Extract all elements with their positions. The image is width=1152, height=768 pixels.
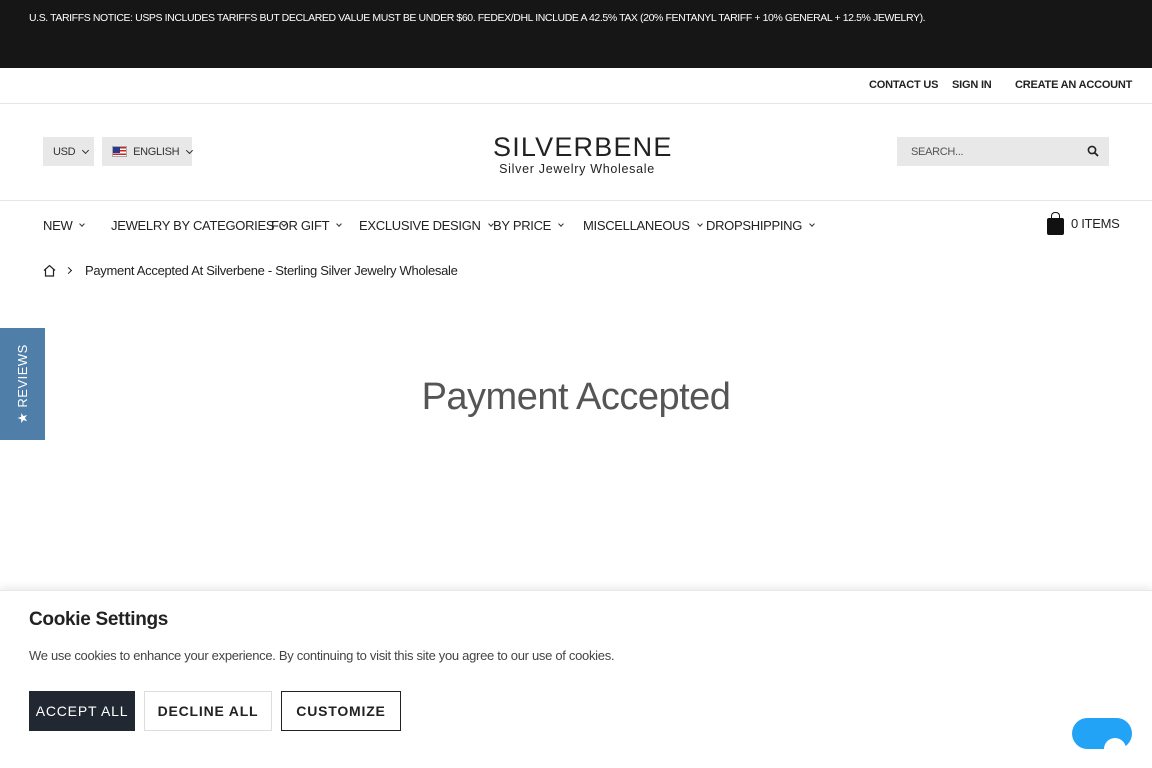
cart-count: 0 ITEMS: [1071, 216, 1120, 231]
logo-wordmark: SILVERBENE: [493, 132, 673, 162]
chevron-down-icon: [558, 221, 564, 227]
nav-item-label: JEWELRY BY CATEGORIES: [111, 218, 275, 233]
nav-item-jewelry-by-categories[interactable]: JEWELRY BY CATEGORIES: [111, 218, 288, 233]
cookie-settings-panel: Cookie Settings We use cookies to enhanc…: [0, 590, 1152, 768]
create-account-link[interactable]: CREATE AN ACCOUNT: [1015, 79, 1132, 91]
site-header: USD ENGLISH SILVERBENE Silver Jewelry Wh…: [0, 104, 1152, 201]
nav-item-label: MISCELLANEOUS: [583, 218, 690, 233]
shopping-bag-icon: [1047, 212, 1064, 235]
nav-item-label: DROPSHIPPING: [706, 218, 803, 233]
nav-item-label: FOR GIFT: [271, 218, 330, 233]
sign-in-link[interactable]: SIGN IN: [952, 79, 992, 91]
contact-us-link[interactable]: CONTACT US: [869, 79, 938, 91]
site-logo[interactable]: SILVERBENE Silver Jewelry Wholesale: [493, 132, 673, 176]
tariff-notice-bar: U.S. TARIFFS NOTICE: USPS INCLUDES TARIF…: [0, 0, 1152, 68]
decline-all-button[interactable]: DECLINE ALL: [144, 691, 272, 731]
chevron-down-icon: [336, 221, 343, 227]
currency-value: USD: [53, 145, 76, 158]
nav-item-label: NEW: [43, 218, 73, 233]
cookie-text: We use cookies to enhance your experienc…: [29, 648, 615, 663]
main-nav: NEW JEWELRY BY CATEGORIES FOR GIFT EXCLU…: [0, 201, 1152, 251]
customize-button[interactable]: CUSTOMIZE: [281, 691, 401, 731]
nav-item-exclusive-design[interactable]: EXCLUSIVE DESIGN: [359, 218, 494, 233]
search-icon[interactable]: [1087, 145, 1099, 157]
nav-item-label: BY PRICE: [493, 218, 552, 233]
cookie-title: Cookie Settings: [29, 609, 169, 630]
search-input[interactable]: [897, 137, 1067, 166]
nav-item-by-price[interactable]: BY PRICE: [493, 218, 564, 233]
search-box: [897, 137, 1109, 166]
currency-selector[interactable]: USD: [43, 137, 94, 166]
nav-item-new[interactable]: NEW: [43, 218, 86, 233]
chevron-down-icon: [186, 146, 194, 154]
nav-item-miscellaneous[interactable]: MISCELLANEOUS: [583, 218, 703, 233]
page-title: Payment Accepted: [421, 376, 731, 418]
us-flag-icon: [112, 146, 128, 157]
nav-item-for-gift[interactable]: FOR GIFT: [271, 218, 343, 233]
nav-item-dropshipping[interactable]: DROPSHIPPING: [706, 218, 815, 233]
chevron-down-icon: [696, 221, 703, 227]
chevron-right-icon: [64, 266, 73, 275]
nav-item-label: EXCLUSIVE DESIGN: [359, 218, 481, 233]
tariff-notice-text: U.S. TARIFFS NOTICE: USPS INCLUDES TARIF…: [29, 12, 926, 24]
accept-all-button[interactable]: ACCEPT ALL: [29, 691, 135, 731]
logo-tagline: Silver Jewelry Wholesale: [499, 162, 655, 176]
cart-button[interactable]: 0 ITEMS: [1047, 212, 1120, 235]
chevron-down-icon: [809, 221, 815, 227]
breadcrumb-current: Payment Accepted At Silverbene - Sterlin…: [85, 263, 458, 278]
chevron-down-icon: [79, 221, 86, 227]
breadcrumb: Payment Accepted At Silverbene - Sterlin…: [43, 263, 458, 278]
account-bar: CONTACT US SIGN IN CREATE AN ACCOUNT: [0, 68, 1152, 104]
chat-widget-button[interactable]: [1072, 718, 1132, 760]
language-selector[interactable]: ENGLISH: [102, 137, 194, 166]
home-icon[interactable]: [43, 264, 56, 277]
language-value: ENGLISH: [133, 145, 180, 158]
chevron-down-icon: [82, 146, 90, 154]
